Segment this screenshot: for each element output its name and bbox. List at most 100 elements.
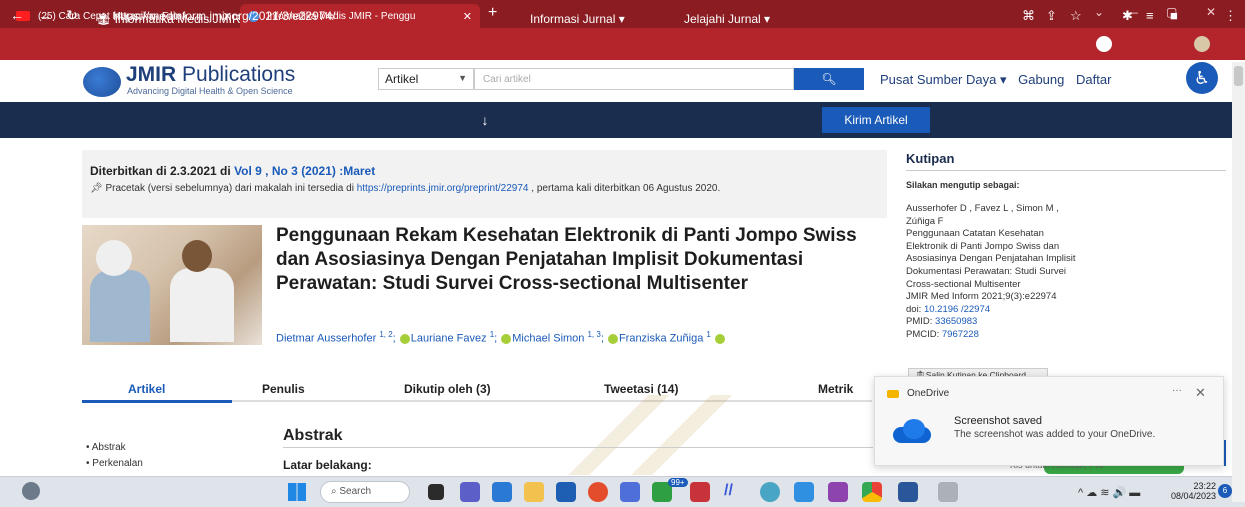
task-view-icon[interactable] bbox=[428, 484, 444, 500]
scrollbar-thumb[interactable] bbox=[1234, 66, 1243, 86]
browser-icon[interactable] bbox=[588, 482, 608, 502]
doi-link[interactable]: 10.2196 /22974 bbox=[924, 304, 990, 315]
taskbar-app-icon[interactable] bbox=[828, 482, 848, 502]
pmid-link[interactable]: 33650983 bbox=[935, 316, 977, 327]
search-icon: 🔍︎ bbox=[821, 72, 837, 86]
citation-journal: JMIR Med Inform 2021;9(3):e22974 bbox=[906, 291, 1057, 303]
search-scope-select[interactable]: Artikel ▼ bbox=[378, 68, 474, 90]
tab-search-button[interactable]: ⌄ bbox=[1094, 5, 1104, 19]
accessibility-icon[interactable]: ♿︎ bbox=[1186, 62, 1218, 94]
taskbar-clock[interactable]: 23:22 08/04/2023 bbox=[1170, 481, 1216, 501]
register-link[interactable]: Daftar bbox=[1076, 72, 1111, 87]
toast-more-button[interactable]: ··· bbox=[1172, 385, 1182, 396]
system-tray[interactable]: ^ ☁ ≋ 🔊 ▬ bbox=[1078, 486, 1140, 499]
extension-icon[interactable] bbox=[1096, 36, 1112, 52]
citation-title: Penggunaan Catatan Kesehatan Elektronik … bbox=[906, 228, 1076, 290]
home-link[interactable]: 🏠︎ Informatika Medis JMIR bbox=[96, 12, 241, 26]
toast-close-button[interactable]: ✕ bbox=[1195, 385, 1206, 401]
resource-center-link[interactable]: Pusat Sumber Daya ▾ bbox=[880, 72, 1006, 87]
translate-icon[interactable]: ⌘ bbox=[1022, 8, 1035, 24]
back-arrow-icon[interactable]: ← bbox=[10, 7, 24, 23]
tab-metrics[interactable]: Metrik bbox=[818, 382, 853, 396]
author-link[interactable]: Franziska Zuñiga bbox=[619, 333, 703, 345]
photos-icon[interactable] bbox=[794, 482, 814, 502]
tab-cited-by[interactable]: Dikutip oleh (3) bbox=[404, 382, 491, 396]
windows-start-icon[interactable] bbox=[288, 483, 306, 501]
home-icon: 🏠︎ bbox=[96, 12, 115, 26]
taskbar-app-icon[interactable] bbox=[492, 482, 512, 502]
citation-authors: Ausserhofer D , Favez L , Simon M , Zúñi… bbox=[906, 203, 1059, 227]
media-control-icon[interactable]: ≡ bbox=[1146, 8, 1154, 23]
chrome-icon[interactable] bbox=[862, 482, 882, 502]
bookmark-star-icon[interactable]: ☆ bbox=[1070, 8, 1082, 24]
profile-avatar[interactable] bbox=[1194, 36, 1210, 52]
extensions-puzzle-icon[interactable]: ✱ bbox=[1122, 8, 1133, 24]
notification-badge: 99+ bbox=[668, 478, 688, 487]
tab-close-button[interactable]: ✕ bbox=[463, 10, 472, 23]
orcid-icon[interactable] bbox=[399, 333, 410, 344]
side-panel-icon[interactable]: ■ bbox=[1170, 8, 1178, 23]
mail-icon[interactable] bbox=[556, 482, 576, 502]
taskbar-app-icon[interactable] bbox=[690, 482, 710, 502]
author-affiliation: 1 bbox=[706, 330, 711, 339]
page-scrollbar[interactable] bbox=[1232, 62, 1245, 502]
toc-item-abstract[interactable]: • Abstrak bbox=[86, 440, 143, 456]
orcid-icon[interactable] bbox=[714, 333, 725, 344]
author-link[interactable]: Lauriane Favez bbox=[411, 333, 487, 345]
file-explorer-icon[interactable] bbox=[524, 482, 544, 502]
submit-article-button[interactable]: Kirim Artikel bbox=[822, 107, 930, 133]
pmcid-link[interactable]: 7967228 bbox=[942, 329, 979, 340]
taskbar-app-icon[interactable] bbox=[760, 482, 780, 502]
toc-item-introduction[interactable]: • Perkenalan bbox=[86, 456, 143, 472]
citation-doi: doi: 10.2196 /22974 bbox=[906, 304, 1086, 317]
chat-icon[interactable] bbox=[460, 482, 480, 502]
menu-kebab-icon[interactable]: ⋮ bbox=[1224, 8, 1237, 24]
orcid-icon[interactable] bbox=[501, 333, 512, 344]
word-icon[interactable] bbox=[898, 482, 918, 502]
share-icon[interactable]: ⇪ bbox=[1046, 8, 1057, 24]
taskbar-search[interactable]: ⌕ Search bbox=[320, 481, 410, 503]
citation-text: Ausserhofer D , Favez L , Simon M , Zúñi… bbox=[906, 203, 1086, 342]
tab-article[interactable]: Artikel bbox=[128, 382, 165, 396]
taskbar-app-icon[interactable] bbox=[938, 482, 958, 502]
join-link[interactable]: Gabung bbox=[1018, 72, 1064, 87]
issue-link[interactable]: Vol 9 , No 3 (2021) :Maret bbox=[234, 164, 375, 178]
background-subheading: Latar belakang: bbox=[283, 458, 372, 472]
jmir-logo-icon[interactable] bbox=[83, 67, 121, 97]
abstract-divider bbox=[283, 447, 873, 448]
toc-label: Abstrak bbox=[91, 442, 126, 453]
journal-navbar bbox=[0, 102, 1232, 138]
explore-journal-menu[interactable]: Jelajahi Jurnal ▾ bbox=[684, 12, 770, 26]
onedrive-cloud-icon bbox=[891, 419, 933, 443]
photo-figure bbox=[170, 268, 234, 342]
tab-authors[interactable]: Penulis bbox=[262, 382, 305, 396]
search-button[interactable]: 🔍︎ bbox=[794, 68, 864, 90]
notification-count[interactable]: 6 bbox=[1218, 484, 1232, 498]
citation-pmcid: PMCID: 7967228 bbox=[906, 329, 1086, 342]
journal-info-menu[interactable]: Informasi Jurnal ▾ bbox=[530, 12, 625, 26]
taskbar-app-icon[interactable] bbox=[620, 482, 640, 502]
author-link[interactable]: Michael Simon bbox=[512, 333, 584, 345]
toc-label: Perkenalan bbox=[92, 458, 143, 469]
forward-arrow-icon[interactable]: → bbox=[38, 7, 52, 23]
tab-tweetations[interactable]: Tweetasi (14) bbox=[604, 382, 678, 396]
onedrive-notification[interactable]: OneDrive ··· ✕ Screenshot saved The scre… bbox=[874, 376, 1224, 466]
reload-icon[interactable]: ↻ bbox=[66, 7, 78, 24]
date: 08/04/2023 bbox=[1170, 491, 1216, 501]
toast-app-name: OneDrive bbox=[907, 388, 950, 399]
close-window-button[interactable]: ✕ bbox=[1206, 5, 1216, 19]
site-logo[interactable]: JMIR Publications bbox=[126, 63, 295, 87]
abstract-heading: Abstrak bbox=[283, 427, 343, 444]
citation-heading: Kutipan bbox=[906, 151, 955, 166]
search-input[interactable]: Cari artikel bbox=[474, 68, 794, 90]
new-tab-button[interactable]: + bbox=[488, 4, 497, 22]
published-line: Diterbitkan di 2.3.2021 di Vol 9 , No 3 … bbox=[90, 164, 375, 178]
pmid-label: PMID: bbox=[906, 316, 936, 328]
photo-figure bbox=[96, 240, 132, 276]
widgets-icon[interactable] bbox=[22, 482, 40, 500]
onenote-icon[interactable]: // bbox=[724, 482, 744, 502]
author-link[interactable]: Dietmar Ausserhofer bbox=[276, 333, 376, 345]
orcid-icon[interactable] bbox=[607, 333, 618, 344]
jump-down-arrow-icon[interactable]: ↓ bbox=[470, 102, 500, 138]
preprint-link[interactable]: https://preprints.jmir.org/preprint/2297… bbox=[357, 183, 529, 194]
